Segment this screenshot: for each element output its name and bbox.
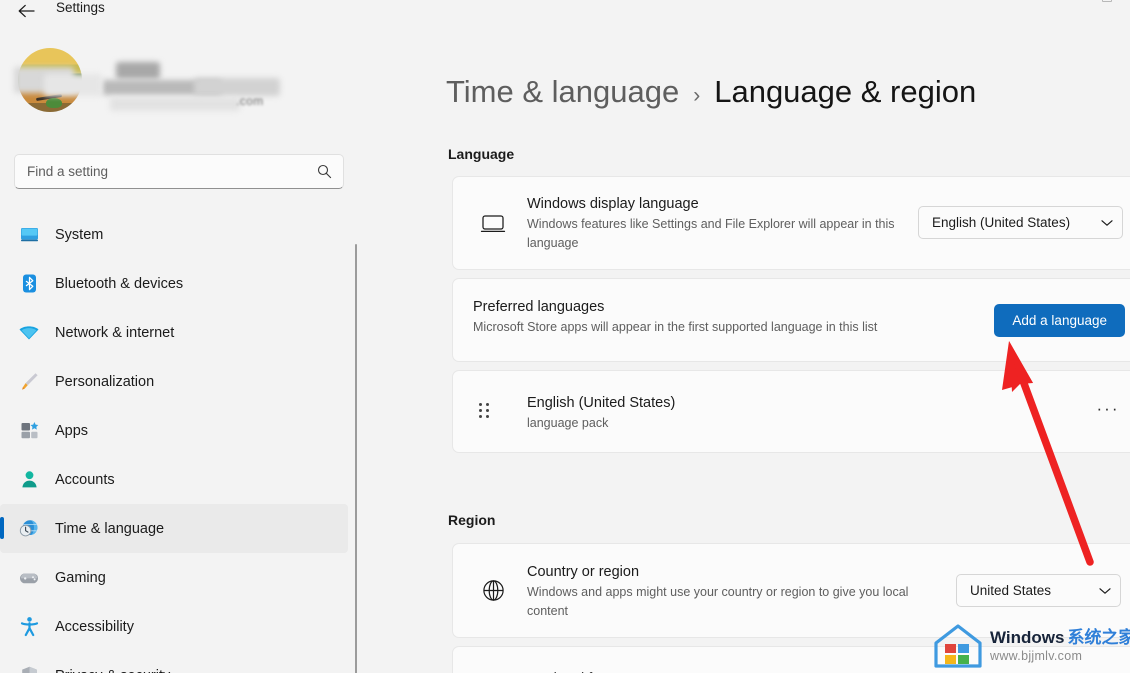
section-heading-region: Region [448, 512, 496, 528]
wifi-icon [16, 320, 42, 346]
search-input[interactable] [27, 155, 303, 188]
monitor-icon [16, 222, 42, 248]
maximize-button[interactable] [1084, 0, 1130, 12]
section-heading-language: Language [448, 146, 515, 162]
search-icon [317, 164, 332, 184]
dropdown-value: United States [970, 583, 1052, 598]
card-title: Preferred languages [473, 299, 605, 315]
sidebar-item-label: Personalization [55, 373, 155, 390]
back-button[interactable] [10, 0, 42, 26]
title-bar: Settings [0, 0, 1130, 26]
card-text-block: Windows display language Windows feature… [527, 194, 917, 253]
bluetooth-icon [16, 271, 42, 297]
card-windows-display-language[interactable]: Windows display language Windows feature… [452, 176, 1130, 270]
card-title: Country or region [527, 564, 640, 580]
dropdown-value: English (United States) [932, 215, 1071, 230]
page-title: Language & region [714, 74, 977, 109]
email-fragment: .com [236, 94, 264, 108]
clock-globe-icon [16, 516, 42, 542]
chevron-down-icon [1099, 587, 1111, 595]
username-redacted [14, 44, 304, 120]
sidebar-item-personalization[interactable]: Personalization [0, 357, 348, 406]
watermark-text: Windows 系统之家 www.bjjmlv.com [990, 628, 1130, 664]
card-title: Windows display language [527, 196, 699, 212]
sidebar-item-label: Privacy & security [55, 668, 170, 673]
globe-icon [479, 577, 507, 605]
settings-window: Settings .com Find a setting System Blue… [0, 0, 1130, 673]
card-preferred-languages: Preferred languages Microsoft Store apps… [452, 278, 1130, 362]
watermark-url: www.bjjmlv.com [990, 648, 1083, 663]
card-text-block: Country or region Windows and apps might… [527, 562, 917, 621]
sidebar-item-label: Time & language [55, 520, 165, 537]
app-title: Settings [56, 0, 105, 15]
sidebar-item-apps[interactable]: Apps [0, 406, 348, 455]
sidebar-item-label: Bluetooth & devices [55, 275, 184, 292]
language-name: English (United States) [527, 395, 676, 411]
sidebar-item-system[interactable]: System [0, 210, 348, 259]
card-title: Regional format [527, 669, 629, 673]
sidebar-item-label: Apps [55, 422, 89, 439]
card-text-block: Regional format [527, 669, 629, 673]
sidebar: .com Find a setting System Bluetooth & d… [0, 26, 357, 673]
sidebar-item-privacy-security[interactable]: Privacy & security [0, 651, 348, 673]
language-detail: language pack [527, 416, 609, 430]
card-subtitle: Windows features like Settings and File … [527, 217, 895, 250]
language-more-options-button[interactable]: ··· [1093, 399, 1123, 425]
sidebar-item-gaming[interactable]: Gaming [0, 553, 348, 602]
person-icon [16, 467, 42, 493]
sidebar-nav: System Bluetooth & devices Network & int… [0, 210, 356, 673]
card-text-block: English (United States) language pack [527, 393, 675, 433]
sidebar-item-time-language[interactable]: Time & language [0, 504, 348, 553]
card-text-block: Preferred languages Microsoft Store apps… [473, 297, 877, 337]
watermark: Windows 系统之家 www.bjjmlv.com [932, 618, 1130, 673]
sidebar-item-label: Accessibility [55, 618, 134, 635]
gamepad-icon [16, 565, 42, 591]
shield-icon [16, 663, 42, 673]
search-container [14, 154, 344, 189]
windows-house-logo [932, 623, 984, 669]
user-profile[interactable]: .com [14, 44, 344, 120]
sidebar-scrollbar[interactable] [355, 244, 357, 673]
sidebar-item-accessibility[interactable]: Accessibility [0, 602, 348, 651]
drag-handle-icon[interactable] [479, 402, 492, 421]
breadcrumb: Time & language › Language & region [446, 74, 976, 110]
language-list-row[interactable]: English (United States) language pack ··… [452, 370, 1130, 453]
watermark-brand-en: Windows [990, 627, 1065, 647]
apps-icon [16, 418, 42, 444]
sidebar-item-label: Gaming [55, 569, 106, 586]
window-controls [1084, 0, 1130, 12]
sidebar-item-bluetooth-devices[interactable]: Bluetooth & devices [0, 259, 348, 308]
display-language-dropdown[interactable]: English (United States) [918, 206, 1123, 239]
card-subtitle: Microsoft Store apps will appear in the … [473, 320, 878, 334]
sidebar-item-label: Accounts [55, 471, 115, 488]
card-subtitle: Windows and apps might use your country … [527, 585, 909, 618]
accessibility-icon [16, 614, 42, 640]
maximize-icon [1102, 0, 1112, 2]
breadcrumb-parent[interactable]: Time & language [446, 74, 679, 110]
content-pane: Time & language › Language & region Lang… [360, 26, 1130, 673]
sidebar-item-accounts[interactable]: Accounts [0, 455, 348, 504]
chevron-down-icon [1101, 219, 1113, 227]
watermark-brand-cn: 系统之家 [1067, 627, 1130, 647]
paintbrush-icon [16, 369, 42, 395]
back-arrow-icon [18, 4, 35, 18]
add-a-language-button[interactable]: Add a language [994, 304, 1125, 337]
monitor-outline-icon [479, 209, 507, 237]
search-box[interactable] [14, 154, 344, 189]
sidebar-item-label: System [55, 226, 104, 243]
sidebar-item-label: Network & internet [55, 324, 175, 341]
breadcrumb-separator-icon: › [693, 84, 701, 107]
sidebar-item-network-internet[interactable]: Network & internet [0, 308, 348, 357]
country-region-dropdown[interactable]: United States [956, 574, 1121, 607]
